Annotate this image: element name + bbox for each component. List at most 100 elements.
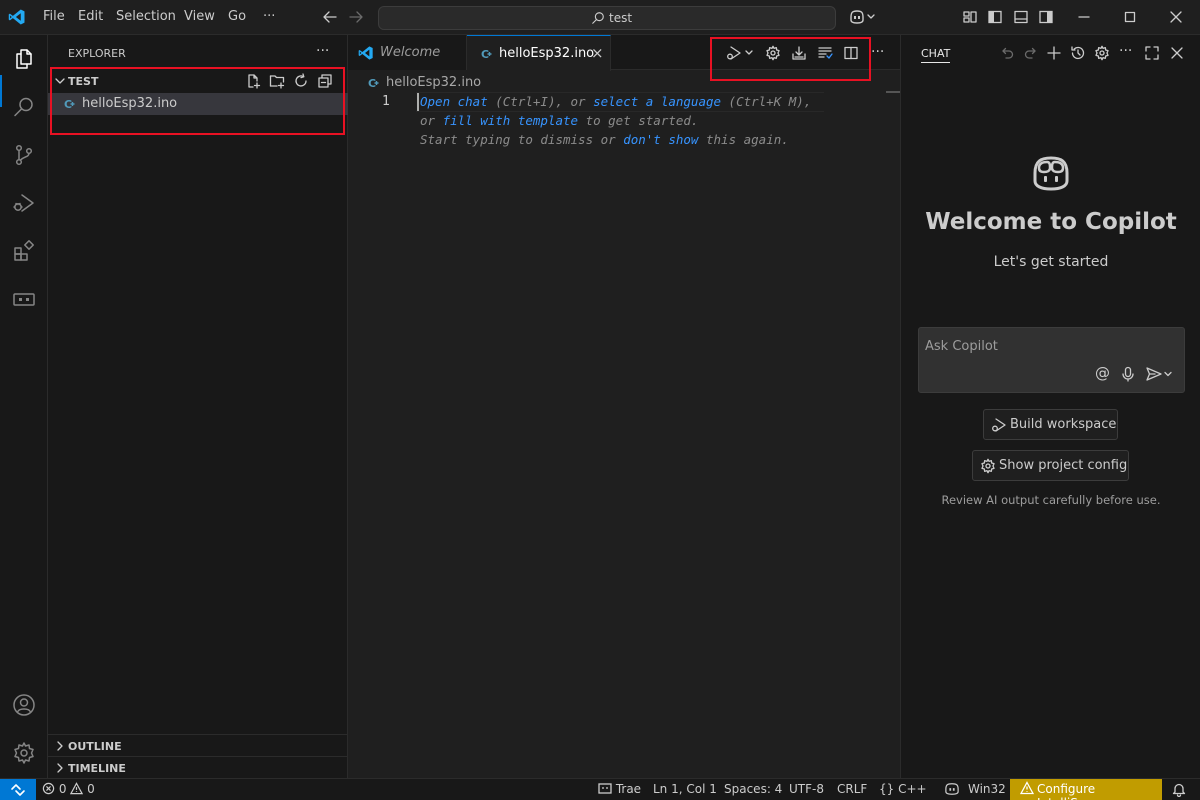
c-file-icon: C [481,46,495,62]
configure-intellisense-button[interactable]: Configure IntelliSense [1010,779,1162,800]
toggle-panel-icon[interactable] [1013,9,1029,25]
close-window-icon[interactable] [1168,9,1184,25]
warning-count: 0 [87,782,95,796]
explorer-more-actions[interactable]: ··· [316,43,329,59]
editor-area: Welcome C helloEsp32.ino × ··· C helloEs… [348,35,900,778]
explorer-title: EXPLORER [68,47,126,60]
explorer-files-icon[interactable] [12,47,36,71]
build-workspace-button[interactable]: Build workspace [983,409,1118,440]
timeline-section[interactable]: TIMELINE [48,756,348,778]
command-center-search[interactable]: test [378,6,836,30]
ask-copilot-input[interactable]: Ask Copilot @ [918,327,1185,393]
error-icon [42,782,55,795]
remote-explorer-icon[interactable] [12,287,36,311]
timeline-label: TIMELINE [68,762,126,775]
menu-go[interactable]: Go [228,9,246,24]
error-count: 0 [58,782,67,796]
show-project-config-label: Show project config [999,458,1128,473]
remote-indicator-button[interactable] [0,779,36,800]
hint-text: (Ctrl+K M), [721,94,812,109]
microphone-icon[interactable] [1121,366,1135,382]
extensions-icon[interactable] [12,239,36,263]
chat-history-icon[interactable] [1070,45,1086,61]
indentation-spaces[interactable]: Spaces: 4 [724,782,782,796]
gear-icon [980,458,996,474]
chat-more-actions[interactable]: ··· [1119,43,1132,59]
editor-hint-line-2: or fill with template to get started. [420,113,698,128]
notifications-bell-icon[interactable] [1172,782,1186,797]
c-file-icon: C [368,75,382,91]
editor-hint-line-3: Start typing to dismiss or don't show th… [420,132,789,147]
warning-icon [1020,781,1034,795]
new-chat-plus-icon[interactable] [1046,45,1062,61]
platform-config[interactable]: Win32 [968,782,1006,796]
accounts-icon[interactable] [12,693,36,717]
back-arrow-icon[interactable] [322,9,338,25]
tab-helloesp32[interactable]: C helloEsp32.ino × [467,35,611,71]
toggle-secondary-sidebar-icon[interactable] [1038,9,1054,25]
trae-status[interactable]: Trae [598,782,641,796]
redo-icon[interactable] [1023,45,1039,61]
close-chat-icon[interactable] [1169,45,1185,61]
trae-label: Trae [615,782,642,796]
explorer-sidebar: EXPLORER ··· TEST C helloEsp32.ino OUTLI… [48,35,348,778]
send-dropdown-icon[interactable] [1145,366,1175,382]
copilot-status-icon[interactable] [944,782,960,796]
menu-more[interactable]: ··· [263,9,275,24]
chevron-right-icon [54,762,66,774]
review-note: Review AI output carefully before use. [941,493,1161,507]
close-tab-icon[interactable]: × [591,44,604,62]
chat-settings-gear-icon[interactable] [1094,45,1110,61]
cursor-position[interactable]: Ln 1, Col 1 [653,782,717,796]
tab-welcome[interactable]: Welcome [348,35,467,70]
build-workspace-label: Build workspace [1010,417,1117,432]
language-mode[interactable]: {} C++ [879,782,927,796]
show-project-config-button[interactable]: Show project config [972,450,1129,481]
language-braces-icon: {} [879,782,895,796]
undo-icon[interactable] [999,45,1015,61]
chat-title[interactable]: CHAT [921,47,951,63]
hint-text: this again. [698,132,789,147]
maximize-chat-icon[interactable] [1144,45,1160,61]
outline-section[interactable]: OUTLINE [48,734,348,756]
build-icon [991,417,1007,433]
hint-text: or [420,113,443,128]
fill-template-link[interactable]: fill with template [443,113,578,128]
mention-at-button[interactable]: @ [1095,364,1110,382]
search-view-icon[interactable] [12,95,36,119]
toggle-primary-sidebar-icon[interactable] [987,9,1003,25]
activity-bar [0,35,48,778]
source-control-icon[interactable] [12,143,36,167]
forward-arrow-icon[interactable] [348,9,364,25]
menu-selection[interactable]: Selection [116,9,176,24]
problems-indicator[interactable]: 0 0 [42,782,95,796]
warning-icon [70,782,84,795]
active-indicator [0,75,2,107]
breadcrumb-file[interactable]: helloEsp32.ino [386,75,481,90]
language-label: C++ [898,782,927,796]
dont-show-link[interactable]: don't show [623,132,698,147]
hint-text: Start typing to dismiss or [420,132,624,147]
highlight-box-explorer [50,67,345,135]
status-bar: 0 0 Trae Ln 1, Col 1 Spaces: 4 UTF-8 CRL… [0,778,1200,800]
hint-text: (Ctrl+I), or [487,94,594,109]
copilot-menu-icon[interactable] [848,8,876,26]
editor-more-actions[interactable]: ··· [871,44,884,60]
menu-view[interactable]: View [184,9,215,24]
ask-placeholder: Ask Copilot [925,339,998,354]
run-debug-icon[interactable] [12,191,36,215]
manage-gear-icon[interactable] [12,741,36,765]
menu-edit[interactable]: Edit [78,9,103,24]
highlight-box-editor-actions [710,37,871,81]
end-of-line[interactable]: CRLF [837,782,867,796]
open-chat-link[interactable]: Open chat [420,94,488,109]
menu-file[interactable]: File [43,9,65,24]
minimize-icon[interactable] [1076,9,1092,25]
editor-scrollbar[interactable] [886,91,900,93]
maximize-icon[interactable] [1122,9,1138,25]
customize-layout-icon[interactable] [962,9,978,25]
chevron-right-icon [54,740,66,752]
trae-icon [598,783,612,794]
select-language-link[interactable]: select a language [593,94,721,109]
file-encoding[interactable]: UTF-8 [789,782,824,796]
